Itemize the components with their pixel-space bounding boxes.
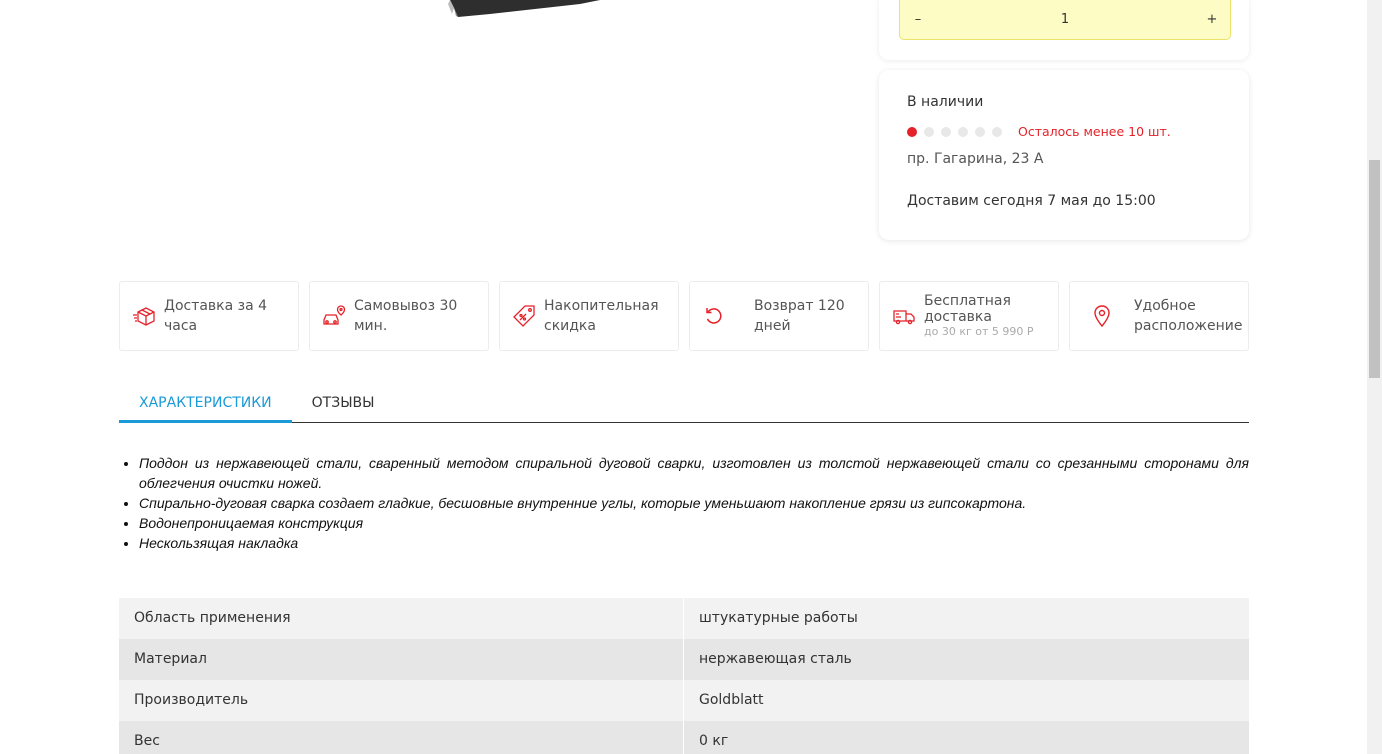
decrement-button[interactable]: – (900, 1, 936, 39)
stock-dot (941, 126, 951, 137)
feature-location[interactable]: Удобное расположение (1069, 281, 1249, 351)
truck-icon (892, 304, 916, 328)
spec-value: нержавеющая сталь (699, 651, 852, 667)
feature-label: Доставка за 4 часа (164, 298, 268, 334)
specs-table: Область применения штукатурные работы Ма… (119, 598, 1249, 754)
stock-text: Осталось менее 10 шт. (1018, 124, 1171, 139)
stock-dot (958, 126, 968, 137)
spec-key: Область применения (119, 598, 684, 639)
description-item: Поддон из нержавеющей стали, сваренный м… (139, 453, 1249, 493)
table-row: Вес 0 кг (119, 721, 1249, 754)
tab-reviews[interactable]: ОТЗЫВЫ (292, 383, 395, 423)
stock-dots (907, 126, 1002, 137)
table-row: Материал нержавеющая сталь (119, 639, 1249, 680)
stock-dot (907, 126, 917, 137)
car-pin-icon (322, 304, 346, 328)
spec-value: штукатурные работы (699, 610, 858, 626)
increment-button[interactable]: + (1194, 1, 1230, 39)
feature-pickup[interactable]: Самовывоз 30 мин. (309, 281, 489, 351)
page-scrollbar[interactable] (1367, 0, 1382, 754)
product-description: Поддон из нержавеющей стали, сваренный м… (119, 453, 1249, 553)
availability-title: В наличии (907, 94, 984, 110)
description-item: Водонепроницаемая конструкция (139, 513, 1249, 533)
return-icon (702, 304, 726, 328)
table-row: Производитель Goldblatt (119, 680, 1249, 721)
description-item: Нескользящая накладка (139, 533, 1249, 553)
box-icon (132, 304, 156, 328)
scrollbar-thumb[interactable] (1369, 160, 1380, 378)
spec-value: Goldblatt (699, 692, 764, 708)
stock-indicator: Осталось менее 10 шт. (907, 124, 1221, 139)
discount-tag-icon (512, 304, 536, 328)
quantity-value[interactable]: 1 (1061, 12, 1069, 27)
product-image (440, 0, 620, 20)
feature-label: Удобное расположение (1134, 298, 1243, 334)
availability-card: В наличии Осталось менее 10 шт. пр. Гага… (879, 70, 1249, 240)
spec-key: Материал (119, 639, 684, 680)
stock-dot (975, 126, 985, 137)
stock-dot (924, 126, 934, 137)
feature-delivery[interactable]: Доставка за 4 часа (119, 281, 299, 351)
spec-key: Вес (119, 721, 684, 754)
feature-label: Возврат 120 дней (754, 298, 845, 334)
quantity-stepper: – 1 + (899, 0, 1231, 40)
feature-label: Бесплатная доставка (924, 293, 1011, 325)
tab-characteristics[interactable]: ХАРАКТЕРИСТИКИ (119, 383, 292, 423)
spec-key: Производитель (119, 680, 684, 721)
store-address[interactable]: пр. Гагарина, 23 А (907, 151, 1221, 167)
location-pin-icon (1090, 304, 1114, 328)
features-row: Доставка за 4 часа Самовывоз 30 мин. Нак… (119, 281, 1249, 351)
feature-return[interactable]: Возврат 120 дней (689, 281, 869, 351)
table-row: Область применения штукатурные работы (119, 598, 1249, 639)
delivery-info: Доставим сегодня 7 мая до 15:00 (907, 193, 1156, 209)
product-tabs: ХАРАКТЕРИСТИКИ ОТЗЫВЫ (119, 383, 1249, 423)
feature-label: Накопительная скидка (544, 298, 659, 334)
feature-sublabel: до 30 кг от 5 990 Р (924, 325, 1034, 338)
feature-text: Бесплатная доставка до 30 кг от 5 990 Р (924, 293, 1058, 339)
feature-discount[interactable]: Накопительная скидка (499, 281, 679, 351)
feature-label: Самовывоз 30 мин. (354, 298, 458, 334)
description-item: Спирально-дуговая сварка создает гладкие… (139, 493, 1249, 513)
spec-value: 0 кг (699, 733, 729, 749)
stock-dot (992, 126, 1002, 137)
feature-free-delivery[interactable]: Бесплатная доставка до 30 кг от 5 990 Р (879, 281, 1059, 351)
